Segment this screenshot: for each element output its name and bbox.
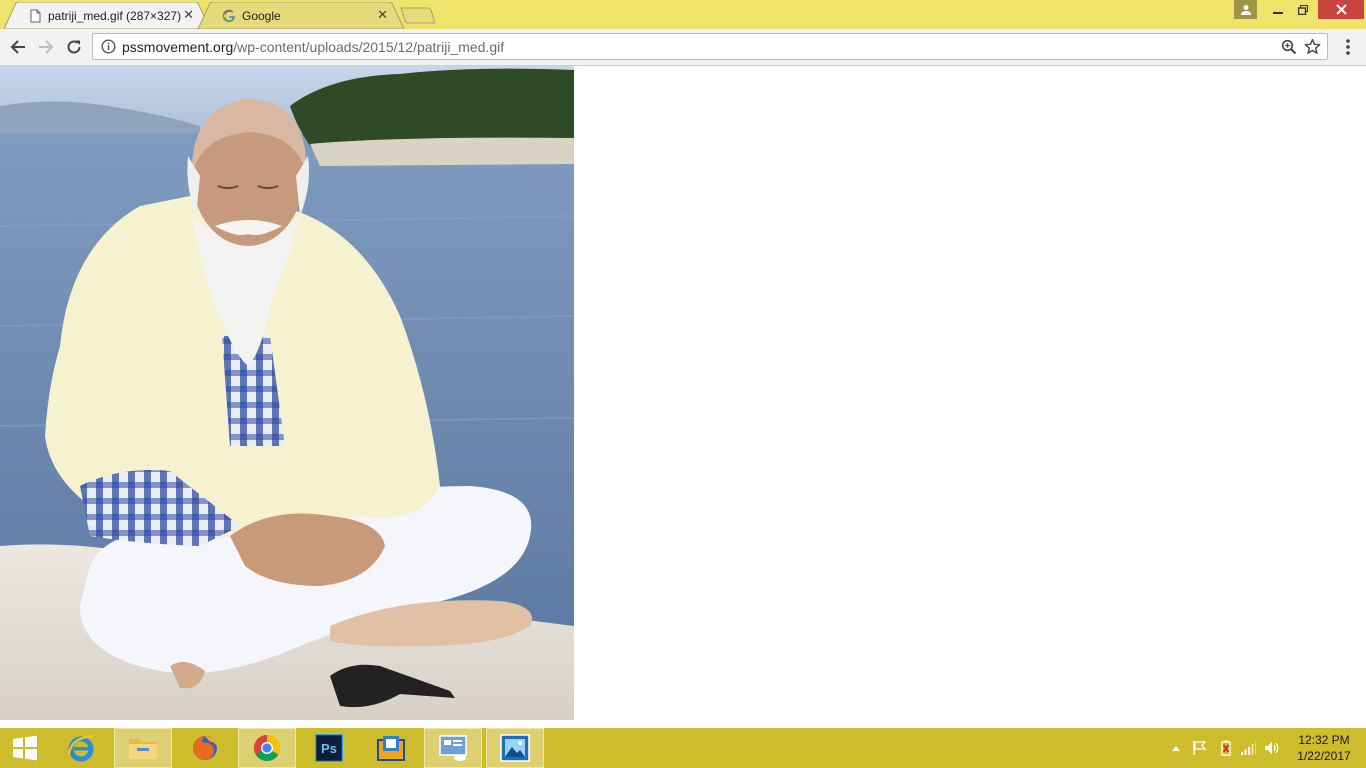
forward-button[interactable] bbox=[36, 37, 56, 57]
person-icon bbox=[1240, 4, 1251, 15]
url-domain: pssmovement.org bbox=[122, 39, 234, 55]
network-button[interactable] bbox=[1240, 740, 1256, 756]
taskbar-remote-desktop[interactable] bbox=[424, 728, 482, 768]
browser-toolbar: pssmovement.org/wp-content/uploads/2015/… bbox=[0, 29, 1366, 66]
taskbar-clock[interactable]: 12:32 PM 1/22/2017 bbox=[1290, 732, 1358, 764]
action-center-button[interactable] bbox=[1192, 740, 1208, 756]
url-text[interactable]: pssmovement.org/wp-content/uploads/2015/… bbox=[122, 39, 504, 55]
more-vertical-icon bbox=[1346, 39, 1350, 55]
close-icon bbox=[1335, 4, 1347, 15]
tab-close-button[interactable]: ✕ bbox=[377, 8, 388, 22]
google-g-icon bbox=[222, 9, 235, 23]
arrow-right-icon bbox=[39, 40, 54, 54]
remote-desktop-icon bbox=[439, 735, 467, 761]
bookmark-star-icon[interactable] bbox=[1304, 38, 1321, 55]
tab-patriji-image[interactable]: patriji_med.gif (287×327) ✕ bbox=[4, 2, 210, 29]
volume-button[interactable] bbox=[1264, 740, 1280, 756]
address-bar[interactable]: pssmovement.org/wp-content/uploads/2015/… bbox=[92, 33, 1328, 60]
taskbar-internet-explorer[interactable] bbox=[52, 728, 110, 768]
show-hidden-icons-button[interactable] bbox=[1168, 740, 1184, 756]
photo-of-man-meditating-by-sea bbox=[0, 66, 574, 720]
reload-icon bbox=[67, 40, 81, 54]
speaker-icon bbox=[1265, 742, 1279, 754]
restore-button[interactable] bbox=[1291, 0, 1315, 19]
page-viewport bbox=[0, 66, 1366, 728]
chevron-up-icon bbox=[1172, 746, 1180, 751]
folder-icon bbox=[129, 739, 157, 759]
taskbar-file-explorer[interactable] bbox=[114, 728, 172, 768]
tab-strip: patriji_med.gif (287×327) ✕ Google ✕ bbox=[0, 0, 1366, 29]
clock-time: 12:32 PM bbox=[1298, 733, 1350, 747]
windows-logo-icon bbox=[13, 735, 37, 761]
ie-icon bbox=[67, 734, 94, 762]
flag-icon bbox=[1193, 741, 1207, 755]
firefox-icon bbox=[193, 736, 217, 760]
photos-icon bbox=[500, 734, 530, 762]
photoshop-label: Ps bbox=[321, 741, 337, 756]
clock-date: 1/22/2017 bbox=[1297, 749, 1351, 763]
profile-button[interactable] bbox=[1234, 0, 1257, 19]
taskbar-firefox[interactable] bbox=[176, 728, 234, 768]
tab-close-button[interactable]: ✕ bbox=[183, 8, 194, 22]
window-close-button[interactable] bbox=[1318, 0, 1364, 19]
info-icon[interactable] bbox=[101, 39, 116, 54]
new-tab-button[interactable] bbox=[400, 6, 436, 24]
document-icon bbox=[30, 9, 41, 23]
patriji-image[interactable] bbox=[0, 66, 574, 720]
taskbar-chrome[interactable] bbox=[238, 728, 296, 768]
battery-button[interactable] bbox=[1218, 740, 1234, 756]
start-button[interactable] bbox=[0, 728, 50, 768]
minimize-icon bbox=[1273, 11, 1283, 14]
taskbar-photoshop[interactable]: Ps bbox=[300, 728, 358, 768]
taskbar-photos[interactable] bbox=[486, 728, 544, 768]
taskbar-outlook[interactable] bbox=[362, 728, 420, 768]
url-path: /wp-content/uploads/2015/12/patriji_med.… bbox=[233, 39, 505, 55]
outlook-icon bbox=[377, 736, 405, 761]
battery-warning-icon bbox=[1221, 740, 1231, 756]
restore-icon bbox=[1298, 4, 1308, 15]
tab-title: patriji_med.gif (287×327) bbox=[48, 9, 182, 23]
zoom-icon[interactable] bbox=[1281, 39, 1297, 55]
photoshop-icon: Ps bbox=[315, 734, 343, 762]
signal-bars-icon bbox=[1241, 741, 1256, 755]
back-button[interactable] bbox=[8, 37, 28, 57]
reload-button[interactable] bbox=[64, 37, 84, 57]
chrome-icon bbox=[253, 734, 281, 762]
tab-title: Google bbox=[242, 9, 281, 23]
chrome-menu-button[interactable] bbox=[1338, 37, 1358, 57]
tab-google[interactable]: Google ✕ bbox=[198, 2, 404, 29]
arrow-left-icon bbox=[10, 40, 25, 54]
taskbar: Ps 12:32 PM 1/22/2017 bbox=[0, 728, 1366, 768]
minimize-button[interactable] bbox=[1266, 0, 1290, 19]
